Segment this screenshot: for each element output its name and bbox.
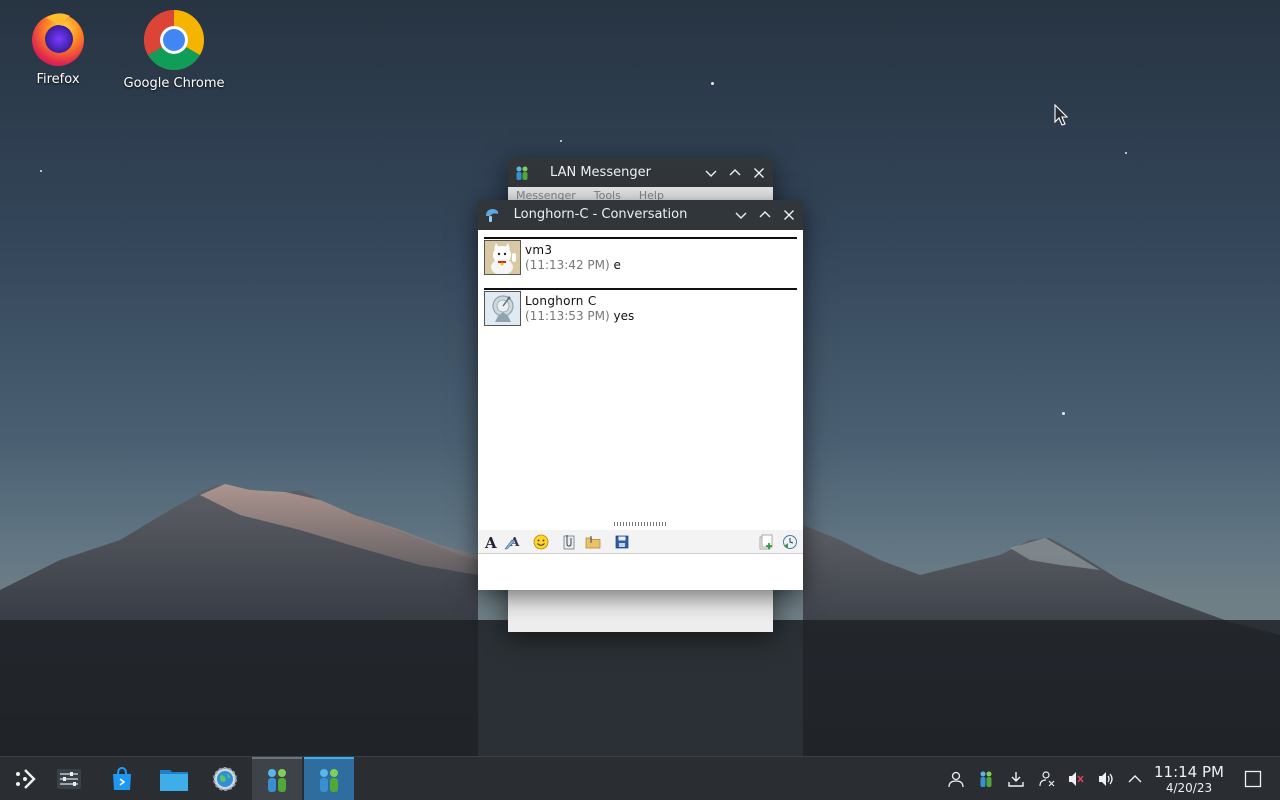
message-item: vm3 (11:13:42 PM) e bbox=[484, 237, 797, 277]
message-sender: vm3 bbox=[525, 243, 553, 257]
lan-messenger-titlebar[interactable]: LAN Messenger bbox=[508, 158, 773, 187]
chrome-icon bbox=[143, 9, 205, 71]
svg-text:A: A bbox=[484, 534, 497, 550]
message-item: Longhorn C (11:13:53 PM) yes bbox=[484, 288, 797, 328]
task-manager-button[interactable] bbox=[44, 757, 94, 800]
save-disk-icon bbox=[615, 535, 629, 549]
desktop-icon-label: Firefox bbox=[36, 72, 80, 87]
volume-tray[interactable] bbox=[1096, 769, 1116, 789]
desktop-icon-firefox[interactable]: Firefox bbox=[3, 8, 113, 87]
show-desktop-button[interactable] bbox=[1243, 769, 1263, 789]
desktop-icon-label: Google Chrome bbox=[123, 76, 225, 91]
avatar bbox=[484, 240, 521, 275]
clock-transfer-icon bbox=[783, 535, 797, 549]
message-toolbar: A A bbox=[478, 530, 803, 554]
transfers-button[interactable] bbox=[781, 533, 799, 551]
user-icon bbox=[948, 771, 964, 788]
font-button[interactable]: A bbox=[482, 533, 500, 551]
send-folder-button[interactable] bbox=[584, 533, 602, 551]
message-input[interactable] bbox=[478, 554, 803, 590]
discover-store-button[interactable] bbox=[97, 757, 147, 800]
avatar bbox=[484, 291, 521, 326]
network-tray[interactable] bbox=[1037, 769, 1057, 789]
close-icon bbox=[754, 168, 764, 178]
satellite-dish-avatar-icon bbox=[485, 292, 520, 325]
clock-date: 4/20/23 bbox=[1165, 781, 1213, 795]
splitter-handle[interactable] bbox=[614, 522, 668, 526]
paperclip-file-icon bbox=[563, 535, 575, 550]
chevron-down-icon bbox=[705, 170, 717, 177]
launcher-icon bbox=[16, 769, 36, 789]
emoticon-button[interactable] bbox=[532, 533, 550, 551]
taskbar-conversation[interactable] bbox=[304, 757, 354, 800]
mouse-cursor-icon bbox=[1054, 104, 1069, 126]
digital-clock[interactable]: 11:14 PM 4/20/23 bbox=[1150, 763, 1228, 795]
chevron-up-icon bbox=[759, 211, 771, 218]
message-history[interactable]: vm3 (11:13:42 PM) e Longhorn C (11:13:53… bbox=[478, 230, 803, 522]
message-line: (11:13:42 PM) e bbox=[525, 258, 621, 272]
clock-time: 11:14 PM bbox=[1154, 763, 1224, 781]
file-manager-button[interactable] bbox=[149, 757, 199, 800]
taskbar: 11:14 PM 4/20/23 bbox=[0, 756, 1280, 800]
network-user-icon bbox=[1039, 771, 1055, 787]
lan-messenger-icon bbox=[268, 769, 286, 792]
minimize-button[interactable] bbox=[731, 205, 751, 225]
add-document-icon bbox=[759, 534, 773, 550]
maximize-button[interactable] bbox=[755, 205, 775, 225]
close-button[interactable] bbox=[779, 205, 799, 225]
window-title: Longhorn-C - Conversation bbox=[513, 207, 688, 222]
audio-muted-tray[interactable] bbox=[1066, 769, 1086, 789]
message-text: e bbox=[613, 258, 621, 272]
lan-messenger-icon bbox=[320, 769, 338, 792]
font-icon: A bbox=[484, 534, 497, 550]
desktop-icon-google-chrome[interactable]: Google Chrome bbox=[119, 8, 229, 91]
save-button[interactable] bbox=[613, 533, 631, 551]
message-line: (11:13:53 PM) yes bbox=[525, 309, 634, 323]
history-button[interactable] bbox=[757, 533, 775, 551]
message-time: (11:13:53 PM) bbox=[525, 309, 610, 323]
smiley-icon bbox=[533, 534, 549, 550]
application-launcher-button[interactable] bbox=[0, 757, 50, 800]
updates-tray[interactable] bbox=[1006, 769, 1026, 789]
folder-icon bbox=[160, 770, 188, 791]
message-time: (11:13:42 PM) bbox=[525, 258, 610, 272]
window-title: LAN Messenger bbox=[550, 165, 651, 180]
firefox-icon bbox=[32, 13, 84, 66]
folder-icon bbox=[585, 536, 601, 549]
message-sender: Longhorn C bbox=[525, 294, 597, 308]
speaker-muted-icon bbox=[1069, 772, 1084, 786]
chevron-up-icon bbox=[729, 169, 741, 176]
system-settings-button[interactable] bbox=[200, 757, 250, 800]
close-button[interactable] bbox=[749, 163, 769, 183]
close-icon bbox=[784, 210, 794, 220]
user-switcher-tray[interactable] bbox=[946, 769, 966, 789]
globe-settings-icon bbox=[213, 767, 237, 791]
lucky-cat-avatar-icon bbox=[485, 241, 520, 274]
download-icon bbox=[1008, 772, 1024, 787]
shopping-bag-icon bbox=[113, 766, 131, 790]
show-hidden-icons-button[interactable] bbox=[1125, 769, 1145, 789]
maximize-button[interactable] bbox=[725, 163, 745, 183]
font-color-icon: A bbox=[504, 535, 520, 550]
chevron-down-icon bbox=[735, 212, 747, 219]
lan-messenger-tray[interactable] bbox=[976, 769, 996, 789]
minimize-button[interactable] bbox=[701, 163, 721, 183]
lan-messenger-icon bbox=[980, 771, 992, 787]
font-color-button[interactable]: A bbox=[504, 533, 522, 551]
show-desktop-icon bbox=[1244, 770, 1262, 788]
speaker-icon bbox=[1099, 772, 1113, 786]
conversation-body: vm3 (11:13:42 PM) e Longhorn C (11:13:53… bbox=[478, 230, 803, 590]
taskbar-lan-messenger[interactable] bbox=[252, 757, 302, 800]
conversation-window[interactable]: Longhorn-C - Conversation vm3 (11:13:42 … bbox=[478, 200, 803, 590]
chevron-up-icon bbox=[1128, 775, 1142, 783]
conversation-titlebar[interactable]: Longhorn-C - Conversation bbox=[478, 200, 803, 230]
sliders-icon bbox=[57, 769, 81, 789]
message-text: yes bbox=[613, 309, 635, 323]
send-file-button[interactable] bbox=[560, 533, 578, 551]
